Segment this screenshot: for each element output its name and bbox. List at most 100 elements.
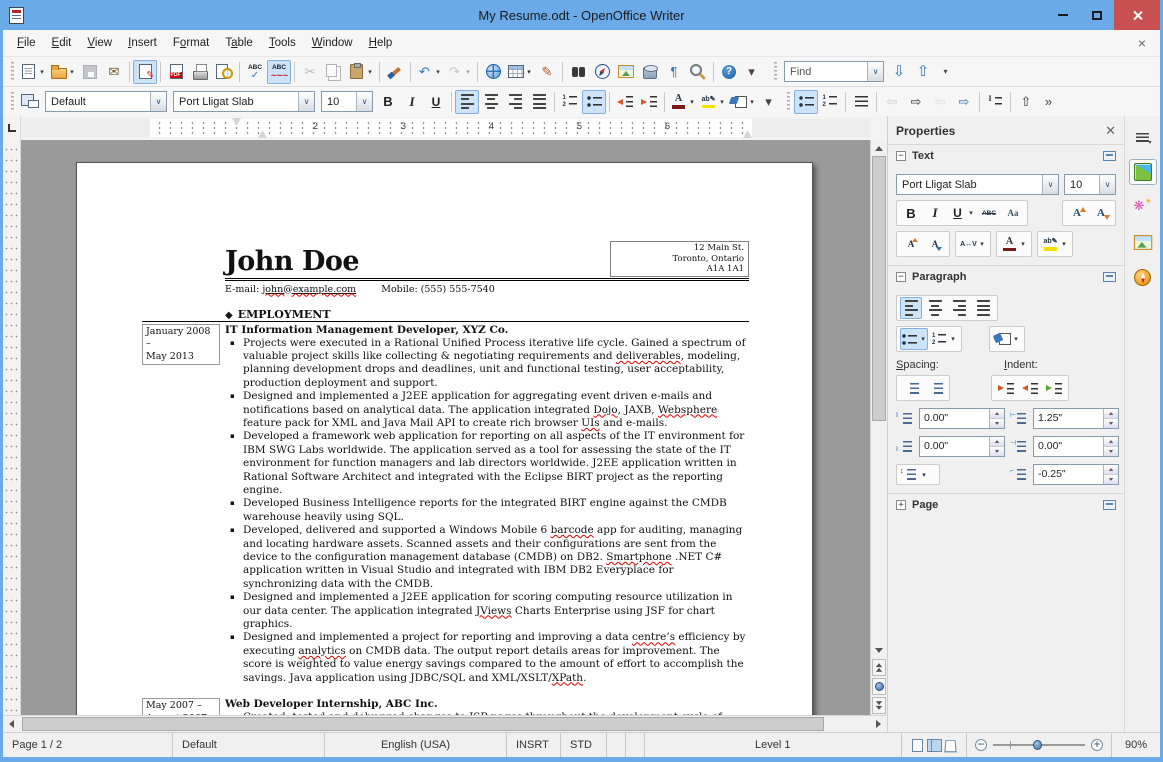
document-canvas[interactable]: John Doe 12 Main St. Toronto, Ontario A1… [21, 140, 870, 715]
sidebar-menu-button[interactable]: ▾ [1129, 124, 1157, 150]
menu-format[interactable]: Format [165, 33, 217, 53]
page-number-status[interactable]: Page 1 / 2 [3, 733, 173, 757]
outline-level-status[interactable]: Level 1 [645, 733, 902, 757]
menu-edit[interactable]: Edit [44, 33, 80, 53]
sidebar-font-name-select[interactable]: Port Lligat Slab ∨ [896, 174, 1059, 195]
title-bar[interactable]: My Resume.odt - OpenOffice Writer [3, 0, 1160, 30]
menu-file[interactable]: File [9, 33, 44, 53]
background-color-dropdown[interactable]: ▾ [748, 98, 756, 106]
sidebar-align-center-button[interactable] [924, 297, 946, 319]
before-indent-up[interactable] [1104, 409, 1118, 418]
redo-dropdown[interactable]: ▾ [464, 68, 472, 76]
resume-contact-line[interactable]: E-mail: john@example.com Mobile: (555) 5… [225, 284, 749, 295]
sidebar-highlighting-dropdown[interactable]: ▾ [1060, 240, 1068, 248]
scroll-up-button[interactable] [871, 140, 887, 156]
after-indent-down[interactable] [1104, 446, 1118, 456]
sidebar-underline-button[interactable]: U ▾ [948, 202, 976, 224]
find-replace-button[interactable] [566, 60, 590, 84]
resume-header[interactable]: John Doe 12 Main St. Toronto, Ontario A1… [225, 241, 749, 281]
bullets-on-off-button[interactable] [794, 89, 818, 114]
job-bullet[interactable]: Developed, delivered and supported a Win… [225, 524, 749, 591]
align-left-button[interactable] [455, 89, 479, 114]
print-button[interactable] [188, 60, 212, 84]
demote-level-button[interactable]: ⇨ [904, 90, 928, 114]
paragraph-background-color-button[interactable]: ▾ [993, 328, 1021, 350]
single-page-view-button[interactable] [912, 738, 923, 752]
move-up-button[interactable]: ⇧ [1014, 90, 1038, 114]
book-view-button[interactable] [943, 739, 957, 752]
highlighting-button[interactable]: ▾ [698, 90, 728, 114]
no-list-button[interactable] [849, 90, 873, 114]
find-dropdown[interactable]: ∨ [867, 62, 883, 81]
after-text-indent-input[interactable]: 0.00" [1033, 436, 1119, 457]
line-spacing-dropdown[interactable]: ▾ [920, 471, 928, 479]
auto-spellcheck-button[interactable] [267, 59, 291, 84]
vertical-scroll-track[interactable] [871, 156, 887, 642]
hyperlink-button[interactable] [481, 60, 505, 84]
multi-page-view-button[interactable] [930, 738, 942, 752]
decrease-font-size-button[interactable] [1090, 202, 1112, 224]
formatting-marks-button[interactable]: ¶ [662, 60, 686, 84]
first-line-up[interactable] [1104, 465, 1118, 474]
align-center-button[interactable] [479, 90, 503, 114]
numbered-list-button[interactable] [558, 90, 582, 114]
apply-style-button[interactable] [18, 90, 42, 114]
data-sources-button[interactable] [638, 60, 662, 84]
page-section-expand[interactable]: + [896, 500, 906, 510]
new-document-dropdown[interactable]: ▾ [38, 68, 46, 76]
insert-table-dropdown[interactable]: ▾ [525, 68, 533, 76]
sidebar-tab-navigator[interactable] [1129, 264, 1157, 290]
first-line-indent-input[interactable]: -0.25" [1033, 464, 1119, 485]
page-dialog-launcher-icon[interactable] [1103, 500, 1116, 510]
find-overflow-button[interactable]: ▾ [935, 60, 956, 84]
superscript-button[interactable] [900, 233, 922, 255]
sidebar-font-size-select[interactable]: 10 ∨ [1064, 174, 1116, 195]
switch-indent-button[interactable] [1043, 377, 1065, 399]
sidebar-font-name-dropdown[interactable]: ∨ [1042, 175, 1058, 194]
zoom-percent-status[interactable]: 90% [1112, 733, 1160, 757]
sidebar-font-color-button[interactable]: ▾ [1000, 233, 1028, 255]
zoom-slider-track[interactable] [993, 740, 1085, 750]
demote-with-subpoints-button[interactable]: ⇨ [952, 90, 976, 114]
job-bullet[interactable]: Designed and implemented a J2EE applicat… [225, 390, 749, 430]
open-dropdown[interactable]: ▾ [68, 68, 76, 76]
background-color-button[interactable]: ▾ [728, 90, 758, 114]
below-spacing-down[interactable] [990, 446, 1004, 456]
justify-button[interactable] [527, 90, 551, 114]
paragraph-style-dropdown[interactable]: ∨ [150, 92, 166, 111]
formatting-toolbar-grip[interactable] [11, 91, 14, 112]
menu-help[interactable]: Help [361, 33, 401, 53]
character-spacing-button[interactable]: ▾ [959, 233, 987, 255]
first-line-down[interactable] [1104, 474, 1118, 484]
toolbar-grip[interactable] [11, 61, 14, 82]
sidebar-underline-dropdown[interactable]: ▾ [967, 209, 975, 217]
sidebar-italic-button[interactable]: I [924, 202, 946, 224]
paste-dropdown[interactable]: ▾ [366, 68, 374, 76]
menu-tools[interactable]: Tools [261, 33, 304, 53]
increase-paragraph-spacing-button[interactable] [900, 377, 922, 399]
job-bullet[interactable]: Created, tested and debugged changes to … [225, 711, 749, 715]
export-pdf-button[interactable] [164, 60, 188, 84]
sidebar-increase-indent-button[interactable] [995, 377, 1017, 399]
menu-window[interactable]: Window [304, 33, 361, 53]
highlighting-dropdown[interactable]: ▾ [718, 98, 726, 106]
sidebar-decrease-indent-button[interactable] [1019, 377, 1041, 399]
text-section-collapse[interactable]: − [896, 151, 906, 161]
scroll-down-button[interactable] [871, 642, 887, 658]
paste-button[interactable]: ▾ [346, 60, 376, 84]
job-entry[interactable]: May 2007 –August 2007 Web Developer Inter… [142, 698, 749, 715]
scroll-right-button[interactable] [870, 716, 887, 732]
zoom-slider-thumb[interactable] [1033, 740, 1043, 750]
sidebar-bullet-list-button[interactable]: ▾ [900, 328, 928, 350]
above-spacing-down[interactable] [990, 418, 1004, 428]
tab-stop-selector[interactable] [3, 116, 21, 140]
job-title[interactable]: IT Information Management Developer, XYZ… [225, 324, 749, 337]
document-page[interactable]: John Doe 12 Main St. Toronto, Ontario A1… [76, 162, 813, 715]
bold-button[interactable]: B [376, 90, 400, 114]
formatting-overflow-button[interactable]: ▾ [758, 90, 779, 114]
font-size-select[interactable]: 10 ∨ [321, 91, 373, 112]
sidebar-numbered-list-dropdown[interactable]: ▾ [949, 335, 957, 343]
character-dialog-launcher-icon[interactable] [1103, 151, 1116, 161]
above-paragraph-spacing-input[interactable]: 0.00" [919, 408, 1005, 429]
sidebar-numbered-list-button[interactable]: ▾ [930, 328, 958, 350]
